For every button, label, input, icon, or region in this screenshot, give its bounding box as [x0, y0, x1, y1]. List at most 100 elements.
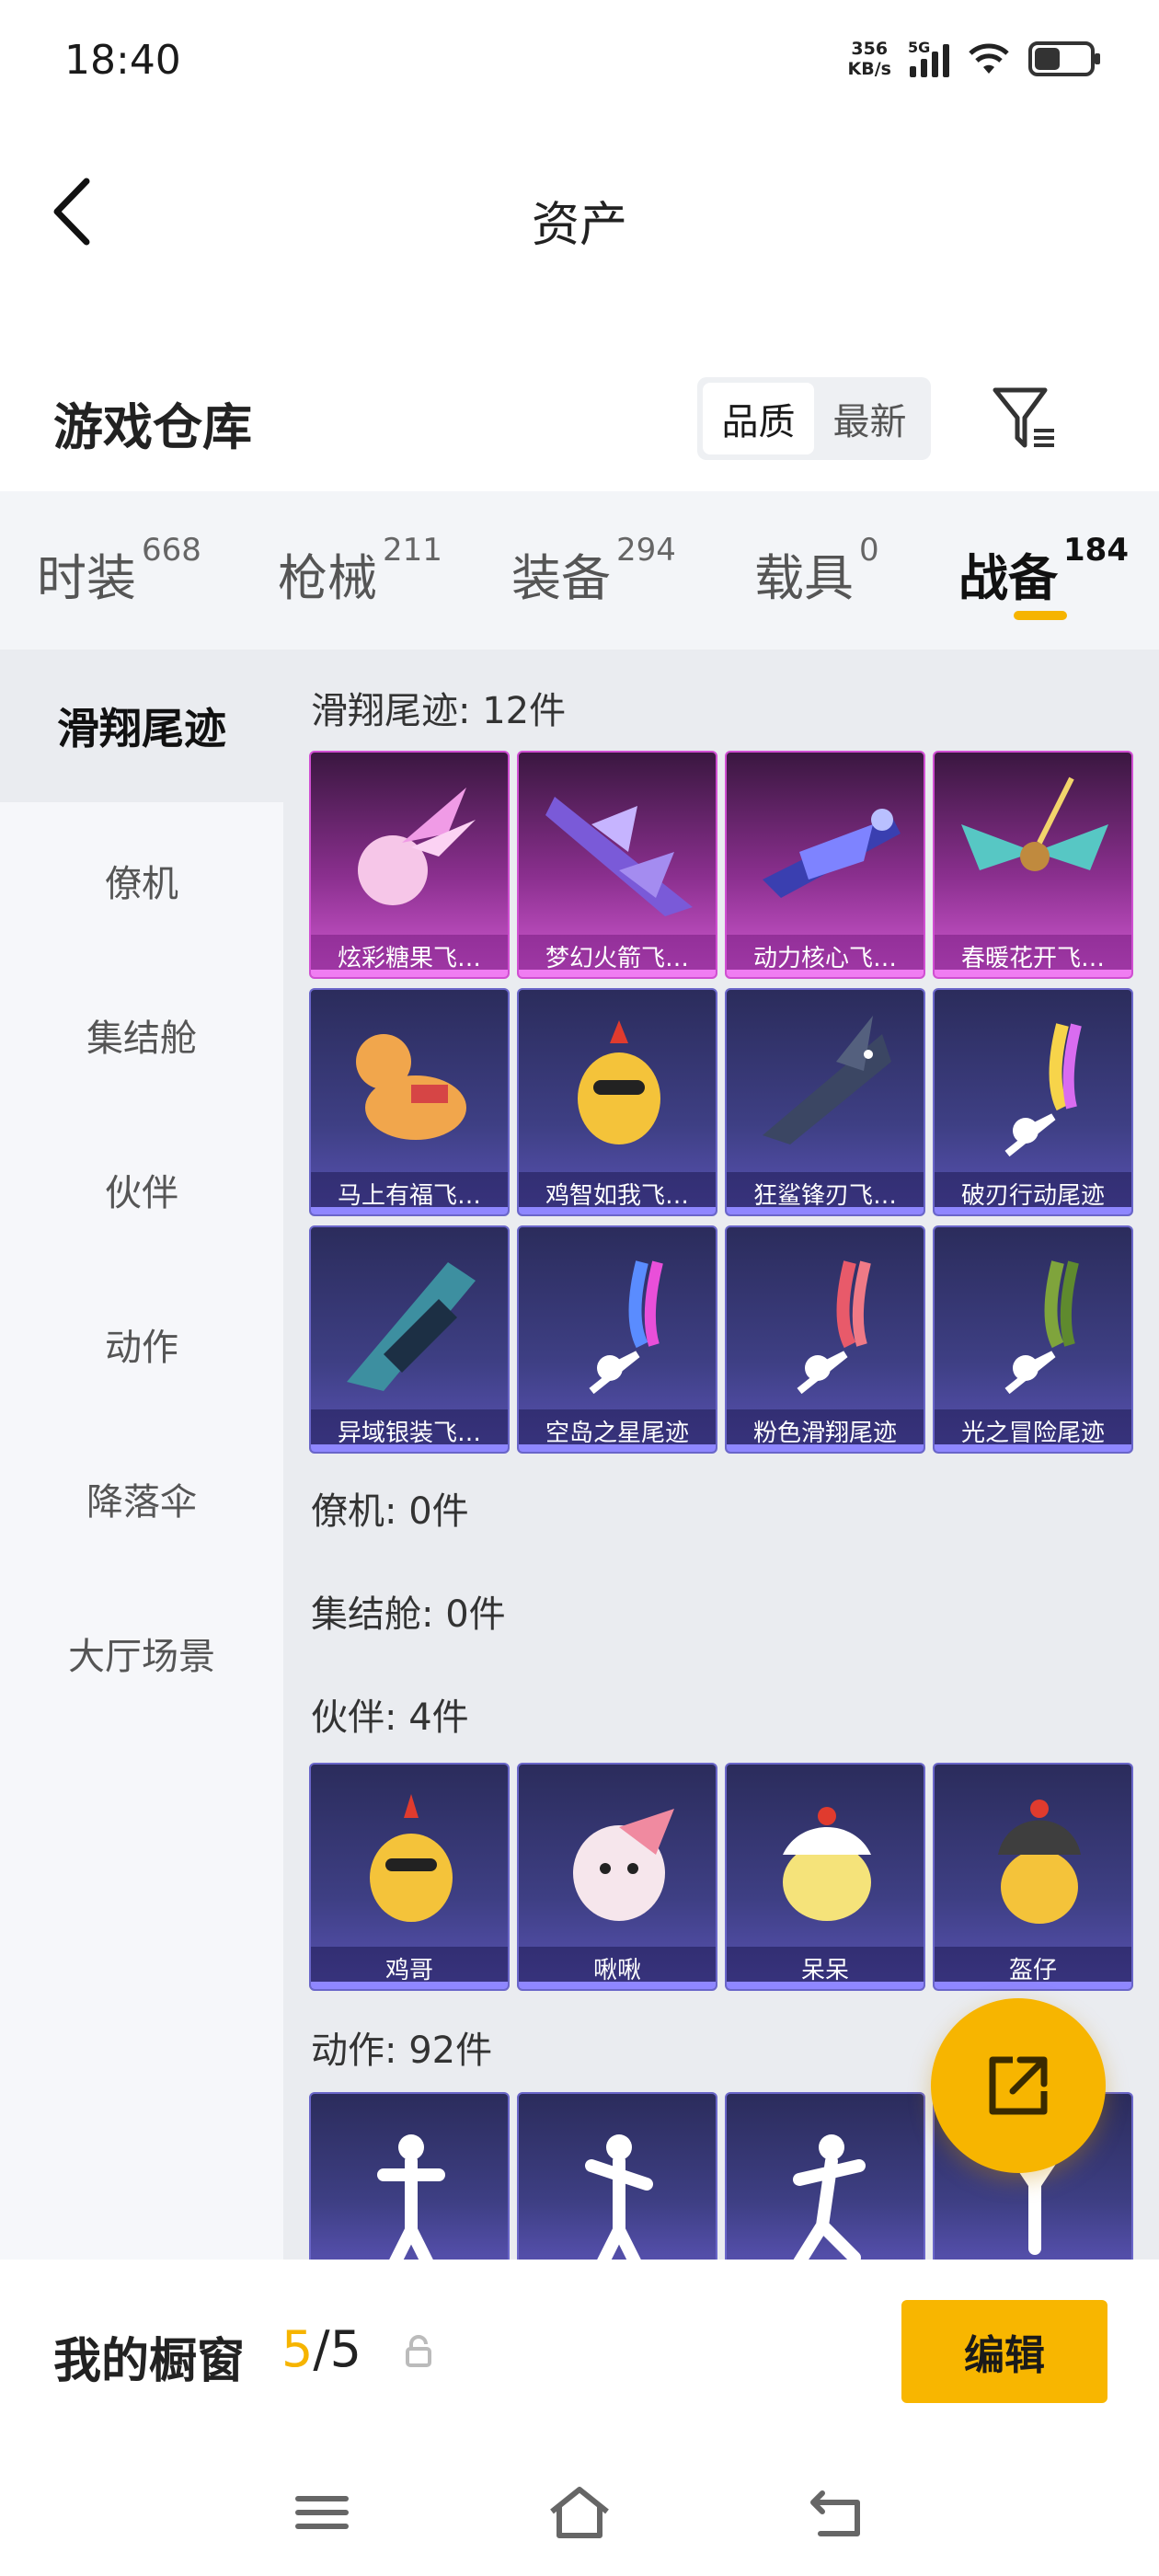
- pony-glider-icon: [356, 1034, 466, 1140]
- tab-battle-gear[interactable]: 战备 184: [958, 532, 1129, 610]
- helmet-chick-companion-icon: [998, 1800, 1081, 1924]
- item-card[interactable]: 马上有福飞…: [309, 988, 510, 1216]
- battery-icon: [1028, 41, 1100, 76]
- warehouse-header: 游戏仓库 品质 最新: [0, 350, 1159, 488]
- network-type: 5G: [908, 39, 931, 56]
- filter-icon[interactable]: [992, 383, 1058, 456]
- app-screen: 18:40 356 KB/s 5G 资产 游戏仓库 品质 最新 时装 668 枪…: [0, 0, 1159, 2576]
- sort-toggle: 品质 最新: [697, 377, 931, 460]
- item-card[interactable]: 粉色滑翔尾迹: [725, 1225, 925, 1454]
- header: 资产: [0, 129, 1159, 294]
- lock-icon: [406, 2335, 431, 2367]
- item-card[interactable]: 盔仔: [933, 1763, 1133, 1991]
- wifi-icon: [969, 43, 1009, 74]
- butterfly-glider-icon: [961, 776, 1108, 871]
- page-title: 资产: [531, 198, 627, 253]
- sidebar-item-companion[interactable]: 伙伴: [0, 1113, 283, 1266]
- section-title-emote: 动作: 92件: [311, 2030, 493, 2072]
- battery-fill: [1035, 48, 1060, 70]
- tab-count: 184: [1063, 532, 1129, 569]
- tab-count: 294: [616, 532, 676, 569]
- item-card[interactable]: [725, 2092, 925, 2260]
- tab-count: 0: [859, 532, 879, 569]
- groove-emote-icon: [793, 2134, 866, 2260]
- item-card[interactable]: 鸡智如我飞…: [517, 988, 717, 1216]
- status-bar: 18:40 356 KB/s 5G: [0, 0, 1159, 129]
- edit-button[interactable]: 编辑: [901, 2300, 1107, 2403]
- shark-glider-icon: [763, 1016, 891, 1144]
- cellular-signal-icon: 5G: [908, 39, 949, 77]
- item-card[interactable]: [309, 2092, 510, 2260]
- home-icon[interactable]: [543, 2480, 616, 2545]
- share-icon: [989, 2056, 1048, 2115]
- item-card[interactable]: 动力核心飞…: [725, 751, 925, 979]
- net-speed-value: 356: [851, 39, 889, 59]
- tab-vehicles[interactable]: 载具 0: [754, 532, 879, 610]
- net-speed-unit: KB/s: [847, 59, 891, 79]
- item-card[interactable]: 破刃行动尾迹: [933, 988, 1133, 1216]
- tab-count: 668: [142, 532, 201, 569]
- sort-option-quality[interactable]: 品质: [703, 383, 814, 454]
- showcase-total: 5: [329, 2320, 361, 2378]
- candy-glider-icon: [358, 788, 476, 905]
- net-speed: 356 KB/s: [848, 39, 891, 79]
- share-fab[interactable]: [931, 1998, 1106, 2173]
- active-tab-indicator: [1014, 611, 1067, 620]
- tab-equipment[interactable]: 装备 294: [511, 532, 676, 610]
- item-card[interactable]: 啾啾: [517, 1763, 717, 1991]
- glide-trail-grid: 炫彩糖果飞… 梦幻火箭飞… 动力核心飞… 春暖花开飞… 马上有福飞… 鸡智如我飞…: [309, 751, 1133, 1454]
- tab-label: 装备: [511, 549, 611, 607]
- bird-companion-icon: [573, 1809, 674, 1921]
- item-card[interactable]: 梦幻火箭飞…: [517, 751, 717, 979]
- status-icons: 356 KB/s 5G: [848, 39, 1100, 79]
- sky-star-trail-icon: [589, 1260, 663, 1395]
- chicken-glider-icon: [578, 1020, 660, 1144]
- item-card[interactable]: 狂鲨锋刃飞…: [725, 988, 925, 1216]
- section-title-glide-trail: 滑翔尾迹: 12件: [311, 690, 567, 732]
- rocket-glider-icon: [545, 797, 693, 916]
- item-card[interactable]: 炫彩糖果飞…: [309, 751, 510, 979]
- showcase-bar: 我的橱窗 5/5 编辑: [0, 2260, 1159, 2453]
- tab-label: 枪械: [278, 549, 377, 607]
- category-tabs: 时装 668 枪械 211 装备 294 载具 0 战备 184: [0, 491, 1159, 650]
- pink-trail-icon: [797, 1260, 871, 1395]
- showcase-separator: /: [313, 2320, 330, 2378]
- tab-label: 载具: [754, 549, 854, 607]
- sidebar-item-glide-trail[interactable]: 滑翔尾迹: [0, 650, 283, 802]
- rainbow-trail-icon: [1004, 1023, 1082, 1157]
- system-nav-bar: [0, 2453, 1159, 2576]
- item-card[interactable]: 空岛之星尾迹: [517, 1225, 717, 1454]
- adventure-trail-icon: [1004, 1260, 1079, 1395]
- item-card[interactable]: 光之冒险尾迹: [933, 1225, 1133, 1454]
- back-nav-icon[interactable]: [800, 2480, 874, 2545]
- sidebar-item-wingman[interactable]: 僚机: [0, 804, 283, 957]
- sidebar-item-lobby-scene[interactable]: 大厅场景: [0, 1577, 283, 1730]
- tab-count: 211: [383, 532, 442, 569]
- item-card[interactable]: 呆呆: [725, 1763, 925, 1991]
- silver-wing-glider-icon: [347, 1262, 476, 1391]
- tab-label: 战备: [958, 549, 1058, 607]
- sidebar-item-emote[interactable]: 动作: [0, 1268, 283, 1420]
- sidebar-item-parachute[interactable]: 降落伞: [0, 1422, 283, 1575]
- section-title-wingman: 僚机: 0件: [311, 1490, 469, 1533]
- showcase-current: 5: [281, 2320, 314, 2378]
- menu-icon[interactable]: [285, 2480, 359, 2545]
- core-glider-icon: [763, 809, 901, 898]
- item-card[interactable]: 春暖花开飞…: [933, 751, 1133, 979]
- showcase-title: 我的橱窗: [53, 2334, 246, 2389]
- chick-companion-icon: [783, 1807, 871, 1921]
- companion-grid: 鸡哥 啾啾 呆呆 盔仔: [309, 1763, 1133, 1991]
- tab-label: 时装: [37, 549, 136, 607]
- chicken-companion-icon: [370, 1794, 453, 1922]
- showcase-count: 5/5: [281, 2320, 361, 2378]
- item-card[interactable]: 鸡哥: [309, 1763, 510, 1991]
- item-card[interactable]: [517, 2092, 717, 2260]
- tab-fashion[interactable]: 时装 668: [37, 532, 201, 610]
- sort-option-newest[interactable]: 最新: [814, 383, 925, 454]
- tab-firearms[interactable]: 枪械 211: [278, 532, 442, 610]
- sidebar-item-capsule[interactable]: 集结舱: [0, 959, 283, 1111]
- sidebar: 滑翔尾迹 僚机 集结舱 伙伴 动作 降落伞 大厅场景: [0, 650, 283, 2260]
- item-card[interactable]: 异域银装飞…: [309, 1225, 510, 1454]
- dance-emote-icon: [377, 2134, 445, 2260]
- warehouse-title: 游戏仓库: [53, 398, 252, 456]
